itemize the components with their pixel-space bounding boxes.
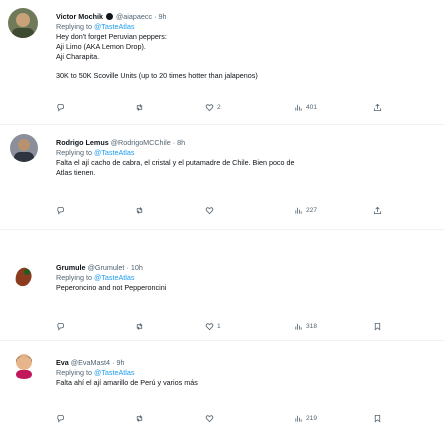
views-icon	[294, 322, 303, 331]
views-count: 318	[306, 322, 318, 330]
timestamp[interactable]: 9h	[158, 12, 166, 21]
views-button[interactable]: 401	[294, 100, 317, 114]
divider	[0, 124, 445, 125]
reply-button[interactable]	[56, 319, 68, 333]
reply-button[interactable]	[56, 203, 68, 217]
author-handle[interactable]: @EvaMast4	[71, 358, 110, 367]
reply-prefix: Replying to	[56, 22, 92, 31]
views-count: 219	[306, 414, 318, 422]
reply-context: Replying to @TasteAtlas	[56, 368, 433, 378]
like-count: 2	[217, 103, 221, 111]
tweet-2[interactable]: Rodrigo Lemus @RodrigoMCChile · 8h Reply…	[56, 138, 433, 178]
mention-link[interactable]: @TasteAtlas	[94, 22, 134, 31]
reply-context: Replying to @TasteAtlas	[56, 273, 433, 283]
views-button[interactable]: 227	[294, 203, 317, 217]
separator: ·	[126, 263, 129, 272]
views-icon	[294, 414, 303, 423]
tweet-text: Hey don't forget Peruvian peppers: Aji L…	[56, 32, 167, 61]
heart-icon	[205, 414, 214, 423]
like-button[interactable]: 2	[205, 100, 221, 114]
author-name[interactable]: Rodrigo Lemus	[56, 138, 109, 147]
like-button[interactable]	[205, 411, 217, 425]
like-button[interactable]: 1	[205, 319, 221, 333]
views-icon	[294, 206, 303, 215]
retweet-icon	[135, 206, 144, 215]
retweet-icon	[135, 103, 144, 112]
heart-icon	[205, 322, 214, 331]
tweet-actions: 227	[56, 203, 416, 217]
share-icon	[373, 103, 382, 112]
verified-icon	[106, 13, 113, 20]
reply-prefix: Replying to	[56, 273, 92, 282]
tweet-1[interactable]: Victor Mochik @aiapaecc · 9h Replying to…	[56, 12, 433, 81]
bookmark-icon	[373, 322, 382, 331]
share-icon	[373, 206, 382, 215]
tweet-text-2: 30K to 50K Scoville Units (up to 20 time…	[56, 71, 258, 80]
divider	[0, 340, 445, 341]
avatar-eva[interactable]	[9, 349, 39, 379]
retweet-button[interactable]	[135, 100, 147, 114]
separator: ·	[112, 358, 115, 367]
reply-icon	[56, 322, 65, 331]
reply-context: Replying to @TasteAtlas	[56, 22, 433, 32]
timestamp[interactable]: 10h	[131, 263, 143, 272]
avatar-grumule[interactable]	[10, 262, 38, 290]
author-name[interactable]: Eva	[56, 358, 69, 367]
reply-context: Replying to @TasteAtlas	[56, 148, 433, 158]
separator: ·	[172, 138, 176, 147]
tweet-3[interactable]: Grumule @Grumulet · 10h Replying to @Tas…	[56, 263, 433, 293]
like-button[interactable]	[205, 203, 217, 217]
tweet-header: Victor Mochik @aiapaecc · 9h	[56, 12, 433, 22]
bookmark-icon	[373, 414, 382, 423]
avatar-rodrigo[interactable]	[10, 134, 38, 162]
retweet-button[interactable]	[135, 411, 147, 425]
like-count: 1	[217, 322, 221, 330]
divider	[0, 229, 445, 230]
author-name[interactable]: Victor Mochik	[56, 12, 103, 21]
bookmark-button[interactable]	[373, 411, 382, 425]
share-button[interactable]	[373, 203, 382, 217]
timestamp[interactable]: 9h	[116, 358, 124, 367]
views-count: 401	[306, 103, 318, 111]
reply-icon	[56, 414, 65, 423]
reply-prefix: Replying to	[56, 368, 92, 377]
retweet-icon	[135, 322, 144, 331]
tweet-text: Peperoncino and not Pepperoncini	[56, 283, 167, 292]
tweet-actions: 219	[56, 411, 416, 425]
mention-link[interactable]: @TasteAtlas	[94, 273, 134, 282]
views-icon	[294, 103, 303, 112]
heart-icon	[205, 103, 214, 112]
tweet-4[interactable]: Eva @EvaMast4 · 9h Replying to @TasteAtl…	[56, 358, 433, 388]
tweet-actions: 2 401	[56, 100, 416, 114]
mention-link[interactable]: @TasteAtlas	[94, 148, 134, 157]
tweet-header: Grumule @Grumulet · 10h	[56, 263, 433, 273]
author-handle[interactable]: @RodrigoMCChile	[111, 138, 171, 147]
views-button[interactable]: 219	[294, 411, 317, 425]
reply-prefix: Replying to	[56, 148, 92, 157]
mention-link[interactable]: @TasteAtlas	[94, 368, 134, 377]
retweet-button[interactable]	[135, 203, 147, 217]
separator: ·	[154, 12, 157, 21]
reply-icon	[56, 103, 65, 112]
views-count: 227	[306, 206, 318, 214]
tweet-text: Falta ahí el ají amarillo de Perú y vari…	[56, 378, 198, 387]
tweet-header: Eva @EvaMast4 · 9h	[56, 358, 433, 368]
bookmark-button[interactable]	[373, 319, 382, 333]
retweet-icon	[135, 414, 144, 423]
reply-button[interactable]	[56, 411, 68, 425]
timestamp[interactable]: 8h	[177, 138, 185, 147]
reply-icon	[56, 206, 65, 215]
tweet-actions: 1 318	[56, 319, 416, 333]
tweet-text: Falta el ají cacho de cabra, el cristal …	[56, 158, 295, 177]
views-button[interactable]: 318	[294, 319, 317, 333]
retweet-button[interactable]	[135, 319, 147, 333]
author-handle[interactable]: @aiapaecc	[116, 12, 152, 21]
reply-button[interactable]	[56, 100, 68, 114]
avatar-victor[interactable]	[8, 8, 38, 38]
author-name[interactable]: Grumule	[56, 263, 86, 272]
tweet-header: Rodrigo Lemus @RodrigoMCChile · 8h	[56, 138, 433, 148]
share-button[interactable]	[373, 100, 382, 114]
heart-icon	[205, 206, 214, 215]
author-handle[interactable]: @Grumulet	[88, 263, 125, 272]
